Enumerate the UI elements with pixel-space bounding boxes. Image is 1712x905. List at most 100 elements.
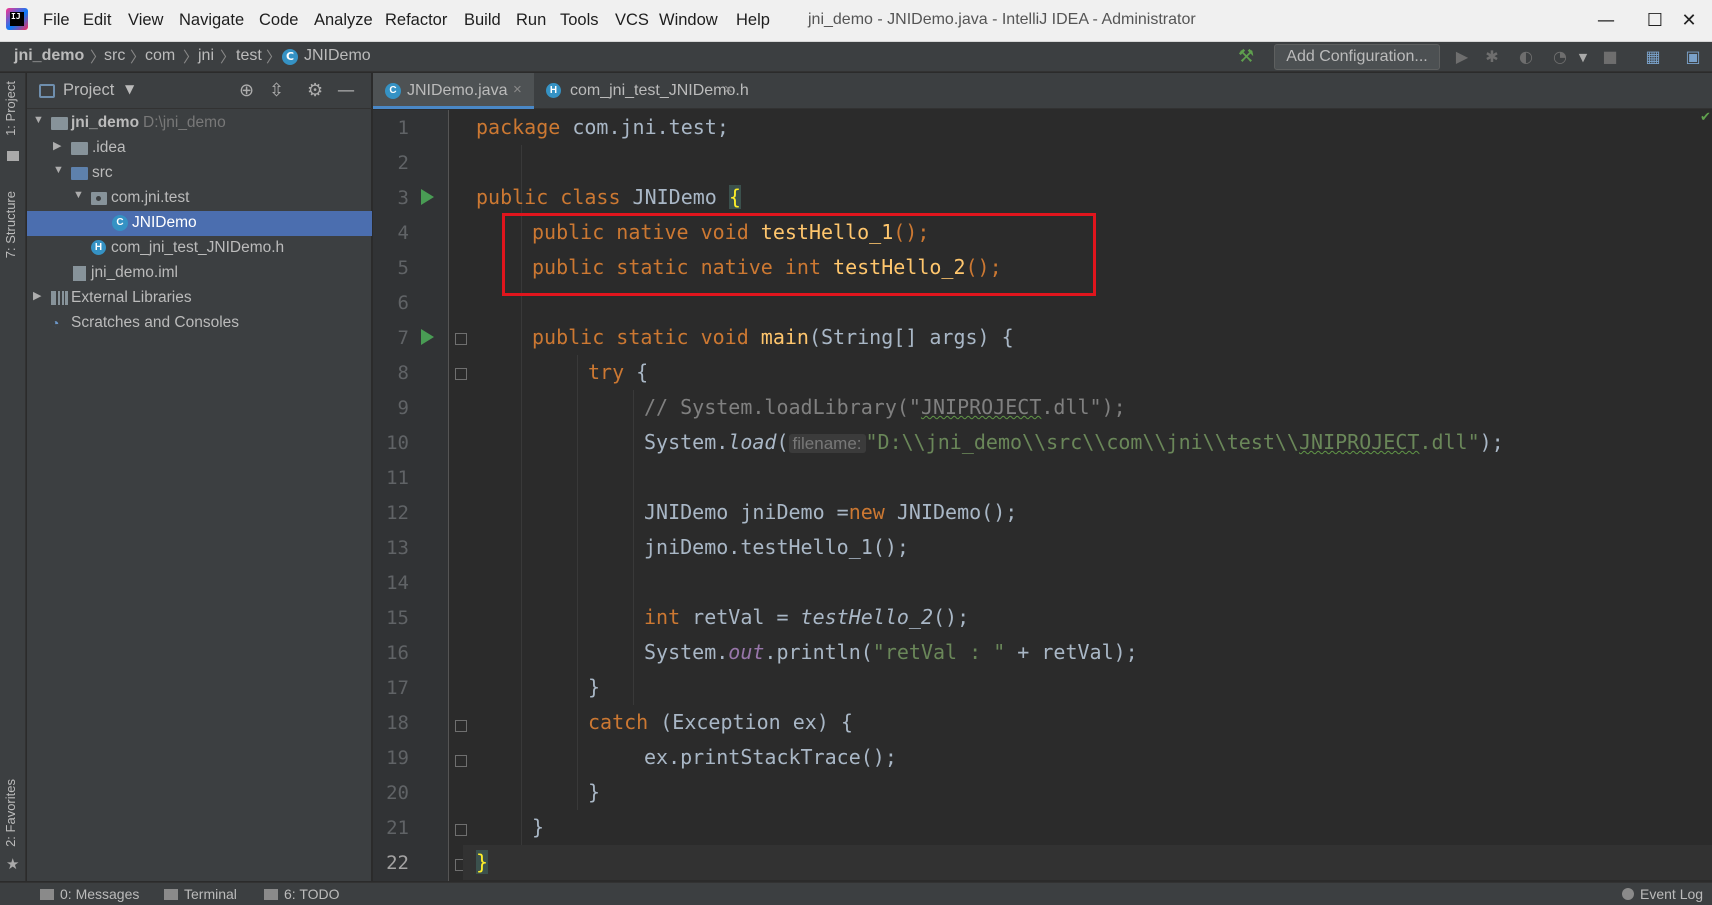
method-name: main — [760, 325, 809, 349]
code-line-9[interactable]: // System.loadLibrary("JNIPROJECT.dll"); — [463, 390, 1712, 425]
event-log-tool-tab[interactable]: Event Log — [1622, 886, 1703, 902]
structure-tool-tab[interactable]: 7: Structure — [3, 191, 18, 258]
code-line-22[interactable]: } — [463, 845, 1712, 880]
menu-vcs[interactable]: VCS — [615, 11, 649, 30]
gear-icon[interactable]: ⚙ — [307, 80, 323, 101]
menu-file[interactable]: File — [43, 11, 70, 30]
chevron-down-icon[interactable]: ▼ — [125, 82, 134, 96]
menu-help[interactable]: Help — [736, 11, 770, 30]
run-gutter-icon[interactable] — [421, 189, 434, 205]
breadcrumb-src[interactable]: src — [104, 47, 125, 65]
terminal-tool-tab[interactable]: Terminal — [164, 886, 237, 902]
search-everywhere-icon[interactable]: ▣ — [1683, 47, 1703, 66]
menu-run[interactable]: Run — [516, 11, 546, 30]
code-text: try { — [588, 360, 648, 384]
menu-code[interactable]: Code — [259, 11, 298, 30]
expanded-arrow-icon[interactable]: ▼ — [73, 189, 84, 201]
stop-icon[interactable]: ■ — [1600, 47, 1620, 66]
menu-view[interactable]: View — [128, 11, 163, 30]
tree-item-header[interactable]: H com_jni_test_JNIDemo.h — [27, 236, 372, 261]
project-structure-icon[interactable]: ▦ — [1643, 47, 1663, 66]
tree-item-jni-demo[interactable]: ▼ jni_demo D:\jni_demo — [27, 111, 372, 136]
add-configuration-button[interactable]: Add Configuration... — [1274, 44, 1440, 70]
todo-tool-tab[interactable]: 6: TODO — [264, 886, 340, 902]
menu-refactor[interactable]: Refactor — [385, 11, 447, 30]
profile-icon[interactable]: ◔ — [1550, 47, 1570, 66]
tab-header-file[interactable]: H com_jni_test_JNIDemo.h × — [534, 73, 749, 109]
code-line-21[interactable]: } — [463, 810, 1712, 845]
code-line-17[interactable]: } — [463, 670, 1712, 705]
line-number: 14 — [386, 572, 409, 594]
tree-item-external-libraries[interactable]: ▶ External Libraries — [27, 286, 372, 311]
editor-gutter[interactable]: 1 2 3 4 5 6 7 8 9 10 11 12 13 14 15 16 1… — [373, 110, 449, 881]
code-line-12[interactable]: JNIDemo jniDemo =new JNIDemo(); — [463, 495, 1712, 530]
code-line-1[interactable]: package com.jni.test; — [463, 110, 1712, 145]
close-window-button[interactable]: ✕ — [1668, 6, 1710, 36]
code-line-13[interactable]: jniDemo.testHello_1(); — [463, 530, 1712, 565]
collapsed-arrow-icon[interactable]: ▶ — [53, 139, 61, 152]
debug-icon[interactable]: ✱ — [1482, 47, 1502, 66]
code-line-10[interactable]: System.load(filename: "D:\\jni_demo\\src\… — [463, 425, 1712, 460]
favorites-tool-tab[interactable]: 2: Favorites — [3, 779, 18, 847]
project-panel-title[interactable]: Project — [63, 81, 114, 100]
breadcrumb-project[interactable]: jni_demo — [14, 47, 84, 65]
tab-jnidemo-java[interactable]: C JNIDemo.java × — [373, 73, 534, 109]
tree-item-src[interactable]: ▼ src — [27, 161, 372, 186]
coverage-icon[interactable]: ◐ — [1516, 47, 1536, 66]
menu-edit[interactable]: Edit — [83, 11, 111, 30]
tree-item-package[interactable]: ▼ com.jni.test — [27, 186, 372, 211]
build-hammer-icon[interactable]: ⚒ — [1238, 46, 1254, 67]
close-icon[interactable]: × — [513, 81, 522, 98]
locate-target-icon[interactable]: ⊕ — [239, 80, 254, 101]
hide-panel-icon[interactable]: — — [337, 80, 355, 101]
package-icon — [91, 192, 107, 205]
minimize-button[interactable]: — — [1585, 6, 1627, 36]
tree-item-scratches[interactable]: ◔ Scratches and Consoles — [27, 311, 372, 336]
expanded-arrow-icon[interactable]: ▼ — [53, 164, 64, 176]
tree-item-idea[interactable]: ▶ .idea — [27, 136, 372, 161]
code-line-8[interactable]: try { — [463, 355, 1712, 390]
string-literal: JNIPROJECT — [1298, 430, 1420, 454]
code-line-19[interactable]: ex.printStackTrace(); — [463, 740, 1712, 775]
close-icon[interactable]: × — [724, 81, 733, 98]
folder-icon — [71, 142, 88, 155]
run-icon[interactable]: ▶ — [1452, 47, 1472, 66]
code-line-20[interactable]: } — [463, 775, 1712, 810]
keyword: public class — [476, 185, 621, 209]
breadcrumb-com[interactable]: com — [145, 47, 175, 65]
matched-brace: } — [476, 850, 489, 874]
breadcrumb-class[interactable]: JNIDemo — [304, 47, 371, 65]
tree-item-jnidemo[interactable]: C JNIDemo — [27, 211, 372, 236]
breadcrumb-separator-icon: 〉 — [183, 48, 199, 66]
menu-build[interactable]: Build — [464, 11, 501, 30]
code-line-16[interactable]: System.out.println("retVal : " + retVal)… — [463, 635, 1712, 670]
bottom-tool-bar: 0: Messages Terminal 6: TODO Event Log — [0, 882, 1712, 905]
tree-item-label: com_jni_test_JNIDemo.h — [111, 239, 285, 256]
breadcrumb-jni[interactable]: jni — [198, 47, 214, 65]
code-line-3[interactable]: public class JNIDemo { — [463, 180, 1712, 215]
code-line-18[interactable]: catch (Exception ex) { — [463, 705, 1712, 740]
expanded-arrow-icon[interactable]: ▼ — [33, 114, 44, 126]
tree-item-iml[interactable]: jni_demo.iml — [27, 261, 372, 286]
fold-column — [449, 110, 467, 881]
inspection-ok-icon[interactable]: ✔ — [1700, 110, 1711, 125]
menu-tools[interactable]: Tools — [560, 11, 599, 30]
string-literal: "retVal : " — [872, 640, 1006, 664]
menu-window[interactable]: Window — [659, 11, 718, 30]
breadcrumb-test[interactable]: test — [236, 47, 262, 65]
messages-tool-tab[interactable]: 0: Messages — [40, 886, 139, 902]
code-line-15[interactable]: int retVal = testHello_2(); — [463, 600, 1712, 635]
static-field: out — [728, 640, 765, 664]
intellij-logo-icon: IJ — [6, 8, 28, 30]
class-name: JNIDemo — [620, 185, 729, 209]
menu-analyze[interactable]: Analyze — [314, 11, 373, 30]
collapsed-arrow-icon[interactable]: ▶ — [33, 289, 41, 302]
chevron-down-icon[interactable]: ▼ — [1573, 51, 1593, 64]
project-tool-tab[interactable]: 1: Project — [3, 81, 18, 136]
code-token: JNIDemo(); — [884, 500, 1018, 524]
run-gutter-icon[interactable] — [421, 329, 434, 345]
menu-navigate[interactable]: Navigate — [179, 11, 244, 30]
code-line-7[interactable]: public static void main(String[] args) { — [463, 320, 1712, 355]
collapse-all-icon[interactable]: ⇳ — [269, 80, 284, 101]
line-number: 15 — [386, 607, 409, 629]
